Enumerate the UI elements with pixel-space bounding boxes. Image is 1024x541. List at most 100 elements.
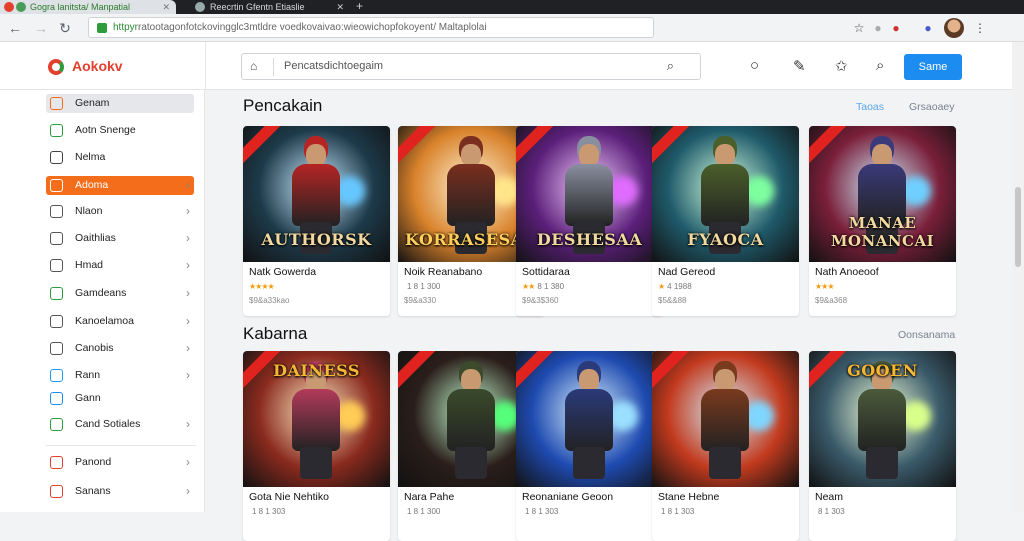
character-legs (300, 447, 332, 479)
browser-tab-inactive[interactable]: Reecrtin Gfentn Etiaslie ✕ (190, 0, 350, 14)
extension-icon[interactable]: ● (888, 20, 904, 36)
game-card[interactable]: DAINESS Gota Nie Nehtiko 1 8 1 303 (243, 351, 390, 541)
game-cover-image[interactable]: FYAOCA (652, 126, 799, 262)
extension-icon[interactable]: ● (870, 20, 886, 36)
search-icon[interactable]: ⌕ (667, 58, 674, 74)
sidebar-item[interactable]: Panond › (46, 453, 194, 472)
game-art-title: DAINESS (273, 361, 360, 380)
close-tab-icon[interactable]: ✕ (336, 0, 344, 14)
character-body (292, 389, 340, 451)
game-name[interactable]: Gota Nie Nehtiko (249, 491, 329, 503)
game-name[interactable]: Sottidaraa (522, 266, 570, 278)
edit-icon[interactable]: ✎ (793, 57, 806, 75)
character-legs (455, 447, 487, 479)
chevron-right-icon: › (186, 341, 190, 355)
sidebar-item-label: Rann (75, 369, 101, 381)
sidebar-item[interactable]: Sanans › (46, 482, 194, 501)
game-cover-image[interactable] (516, 351, 663, 487)
bookmark-star-icon[interactable]: ☆ (851, 20, 867, 36)
sidebar-item[interactable]: Nlaon › (46, 202, 194, 221)
game-name[interactable]: Stane Hebne (658, 491, 719, 503)
search-divider (273, 58, 274, 76)
chevron-right-icon: › (186, 286, 190, 300)
flag-icon (50, 485, 63, 498)
search-icon[interactable]: ○ (750, 57, 759, 74)
game-name[interactable]: Neam (815, 491, 843, 503)
game-card[interactable]: GOOEN Neam 8 1 303 (809, 351, 956, 541)
sidebar-item[interactable]: Gann (46, 389, 194, 408)
forward-icon[interactable]: → (32, 19, 50, 37)
scrollbar-thumb[interactable] (1015, 187, 1021, 267)
reload-icon[interactable]: ↻ (56, 19, 74, 37)
section-link[interactable]: Grsaoaey (909, 101, 955, 113)
game-name[interactable]: Natk Gowerda (249, 266, 316, 278)
circle-icon (50, 456, 63, 469)
sidebar-item[interactable]: Adoma › (46, 176, 194, 195)
browser-tab-active[interactable]: Gogra lanitsta/ Manpatial ✕ (0, 0, 176, 14)
sidebar-item[interactable]: Oaithlias › (46, 229, 194, 248)
star-icons: ★★ (522, 282, 535, 291)
game-card[interactable]: DESHESAA Sottidaraa ★★ 8 1 380 $9&3$360 (516, 126, 663, 316)
bookmark-icon[interactable]: ⌂ (250, 59, 257, 73)
sidebar-item[interactable]: Canobis › (46, 339, 194, 358)
game-cover-image[interactable]: DAINESS (243, 351, 390, 487)
extension-icon[interactable]: ● (920, 20, 936, 36)
rating-stars: ★★★ (815, 282, 837, 291)
sidebar-item[interactable]: Cand Sotiales › (46, 415, 194, 434)
game-cover-image[interactable] (652, 351, 799, 487)
menu-dots-icon[interactable]: ⋮ (972, 20, 988, 36)
sidebar-item-label: Hmad (75, 259, 104, 271)
game-name[interactable]: Noik Reanabano (404, 266, 482, 278)
game-card[interactable]: MANAE MONANCAI Nath Anoeoof ★★★ $9&a368 (809, 126, 956, 316)
star-icons: ★★★ (815, 282, 834, 291)
game-name[interactable]: Nad Gereod (658, 266, 715, 278)
search-bar[interactable]: ⌂ Pencatsdichtoegaim ⌕ (241, 53, 701, 80)
sidebar-item[interactable]: Genam (46, 94, 194, 113)
search-icon[interactable]: ⌕ (876, 57, 884, 74)
back-icon[interactable]: ← (6, 19, 24, 37)
sidebar-item[interactable]: Rann › (46, 366, 194, 385)
character-legs (573, 447, 605, 479)
character-body (701, 389, 749, 451)
primary-button[interactable]: Same (904, 54, 962, 80)
section-link[interactable]: Taoas (856, 101, 884, 113)
game-name[interactable]: Nath Anoeoof (815, 266, 879, 278)
sidebar-item[interactable]: Nelma (46, 148, 194, 167)
game-name[interactable]: Reonaniane Geoon (522, 491, 613, 503)
game-cover-image[interactable]: GOOEN (809, 351, 956, 487)
sidebar-item-label: Nlaon (75, 205, 103, 217)
character-head (715, 369, 735, 391)
card-icon (50, 392, 63, 405)
sidebar-item-label: Oaithlias (75, 232, 116, 244)
new-tab-icon[interactable]: + (356, 0, 363, 13)
globe-icon (50, 342, 63, 355)
character-head (461, 144, 481, 166)
sidebar-item-label: Canobis (75, 342, 114, 354)
game-card[interactable]: AUTHORSK Natk Gowerda ★★★★ $9&a33kao (243, 126, 390, 316)
brand-logo-icon[interactable] (48, 59, 64, 75)
game-card[interactable]: Reonaniane Geoon 1 8 1 303 (516, 351, 663, 541)
game-name[interactable]: Nara Pahe (404, 491, 454, 503)
url-field[interactable]: httpyrratootagonfotckovingglc3mtldre voe… (88, 17, 654, 38)
profile-avatar[interactable] (944, 18, 964, 38)
rating-count: 8 1 380 (537, 282, 565, 291)
sidebar-item[interactable]: Aotn Snenge (46, 121, 194, 140)
section-link[interactable]: Oonsanama (898, 329, 955, 341)
search-input[interactable]: Pencatsdichtoegaim (284, 60, 383, 72)
scrollbar[interactable] (1012, 42, 1024, 512)
ribbon-badge (652, 126, 692, 167)
game-cover-image[interactable]: AUTHORSK (243, 126, 390, 262)
game-card[interactable]: FYAOCA Nad Gereod ★ 4 1988 $5&&88 (652, 126, 799, 316)
brand-name[interactable]: Aokokv (72, 58, 123, 74)
star-icon[interactable]: ✩ (835, 57, 848, 75)
game-card[interactable]: Stane Hebne 1 8 1 303 (652, 351, 799, 541)
game-cover-image[interactable]: MANAE MONANCAI (809, 126, 956, 262)
game-cover-image[interactable]: DESHESAA (516, 126, 663, 262)
character-head (579, 369, 599, 391)
sidebar-item[interactable]: Hmad › (46, 256, 194, 275)
sidebar-item[interactable]: Gamdeans › (46, 284, 194, 303)
character-head (461, 369, 481, 391)
close-tab-icon[interactable]: ✕ (162, 0, 170, 14)
sidebar-item[interactable]: Kanoelamoa › (46, 312, 194, 331)
character-body (292, 164, 340, 226)
